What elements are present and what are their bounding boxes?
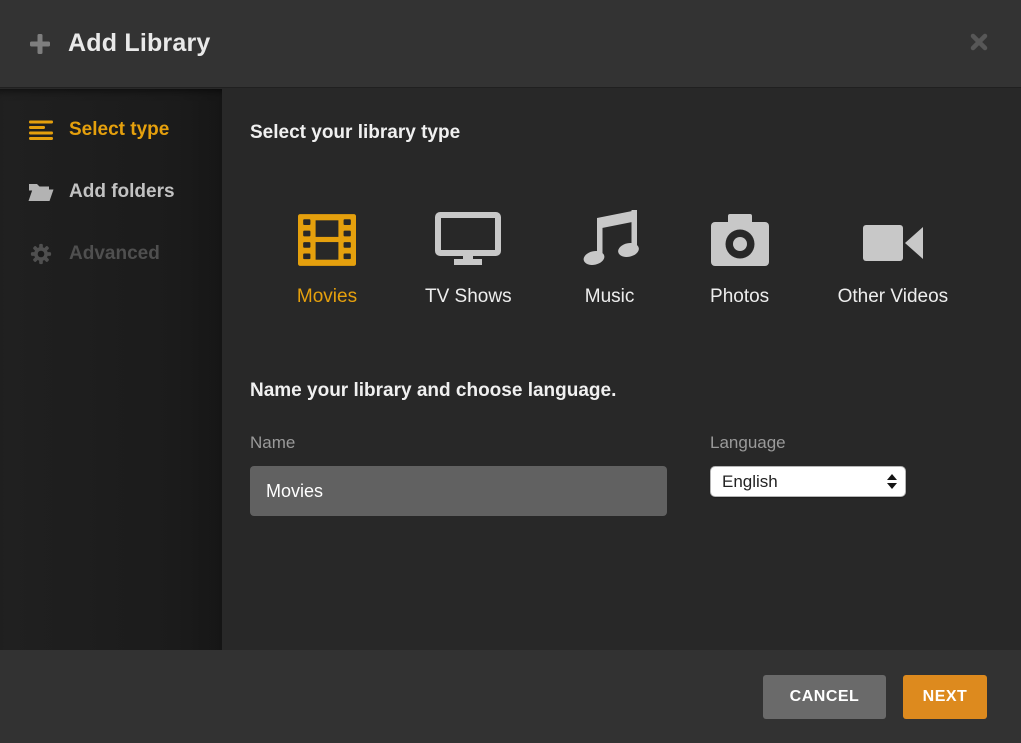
language-select[interactable]: English bbox=[710, 466, 906, 497]
wizard-steps-sidebar: Select type Add folders Advanc bbox=[0, 89, 222, 650]
library-type-label: Photos bbox=[710, 286, 769, 308]
gear-icon bbox=[28, 243, 54, 265]
sidebar-item-label: Select type bbox=[69, 119, 169, 141]
sidebar-item-advanced: Advanced bbox=[0, 223, 222, 285]
library-type-other-videos[interactable]: Other Videos bbox=[838, 206, 949, 308]
library-name-input[interactable] bbox=[250, 466, 667, 516]
next-button[interactable]: NEXT bbox=[903, 675, 987, 719]
library-type-picker: Movies TV Shows bbox=[250, 206, 1021, 308]
sidebar-item-add-folders[interactable]: Add folders bbox=[0, 161, 222, 223]
dialog-title: Add Library bbox=[68, 29, 211, 58]
name-language-fields: Name Language English bbox=[250, 433, 1021, 516]
language-field-label: Language bbox=[710, 433, 906, 453]
dialog-body: Select your library type bbox=[222, 89, 1021, 650]
dialog-footer: CANCEL NEXT bbox=[0, 650, 1021, 743]
filmstrip-icon bbox=[298, 206, 356, 266]
sidebar-item-select-type[interactable]: Select type bbox=[0, 99, 222, 161]
language-selected-value: English bbox=[722, 472, 887, 492]
type-section-heading: Select your library type bbox=[250, 122, 1021, 144]
dialog-header: Add Library bbox=[0, 0, 1021, 88]
library-type-music[interactable]: Music bbox=[578, 206, 642, 308]
music-note-icon bbox=[581, 206, 639, 266]
sidebar-item-label: Advanced bbox=[69, 243, 160, 265]
video-camera-icon bbox=[861, 206, 925, 266]
plus-icon bbox=[28, 32, 52, 56]
name-section-heading: Name your library and choose language. bbox=[250, 380, 1021, 402]
library-type-photos[interactable]: Photos bbox=[708, 206, 772, 308]
library-type-label: Music bbox=[585, 286, 635, 308]
sidebar-item-label: Add folders bbox=[69, 181, 175, 203]
library-type-label: Other Videos bbox=[838, 286, 949, 308]
tv-icon bbox=[435, 206, 501, 266]
library-type-tv-shows[interactable]: TV Shows bbox=[425, 206, 512, 308]
camera-icon bbox=[710, 206, 770, 266]
select-stepper-icon bbox=[887, 474, 897, 489]
close-icon[interactable] bbox=[963, 26, 995, 58]
library-type-label: TV Shows bbox=[425, 286, 512, 308]
cancel-button[interactable]: CANCEL bbox=[763, 675, 886, 719]
library-type-movies[interactable]: Movies bbox=[295, 206, 359, 308]
folder-open-icon bbox=[28, 182, 54, 202]
library-type-label: Movies bbox=[297, 286, 357, 308]
name-field-label: Name bbox=[250, 433, 667, 453]
list-lines-icon bbox=[28, 120, 54, 140]
